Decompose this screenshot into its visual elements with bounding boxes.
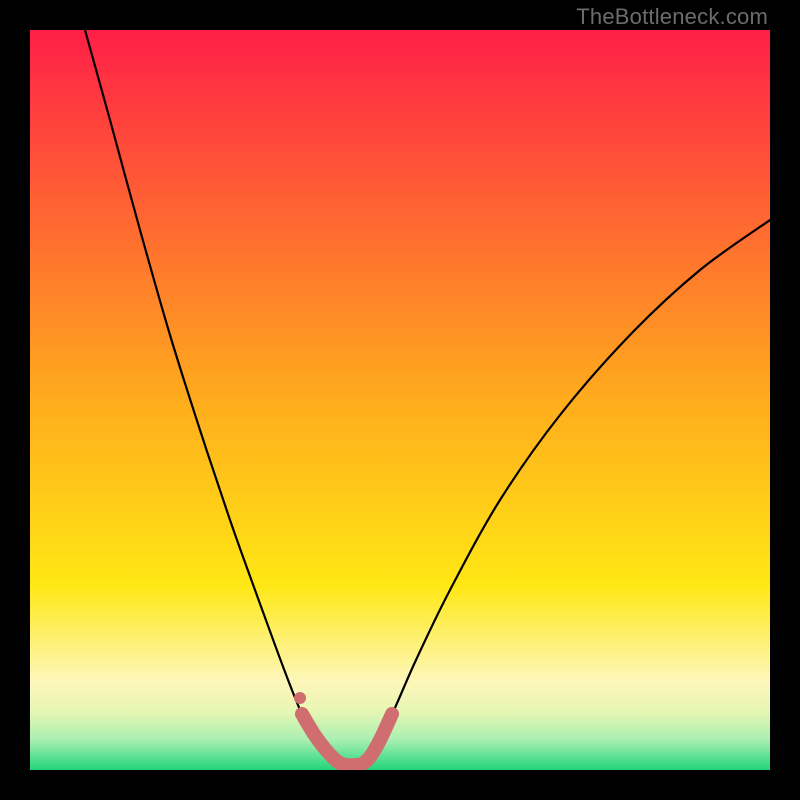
pink-marker bbox=[302, 714, 392, 765]
pink-dot-icon bbox=[294, 692, 306, 704]
curve-layer bbox=[30, 30, 770, 770]
chart-frame bbox=[30, 30, 770, 770]
watermark-text: TheBottleneck.com bbox=[576, 4, 768, 30]
right-curve bbox=[366, 220, 770, 762]
left-curve bbox=[85, 30, 338, 762]
